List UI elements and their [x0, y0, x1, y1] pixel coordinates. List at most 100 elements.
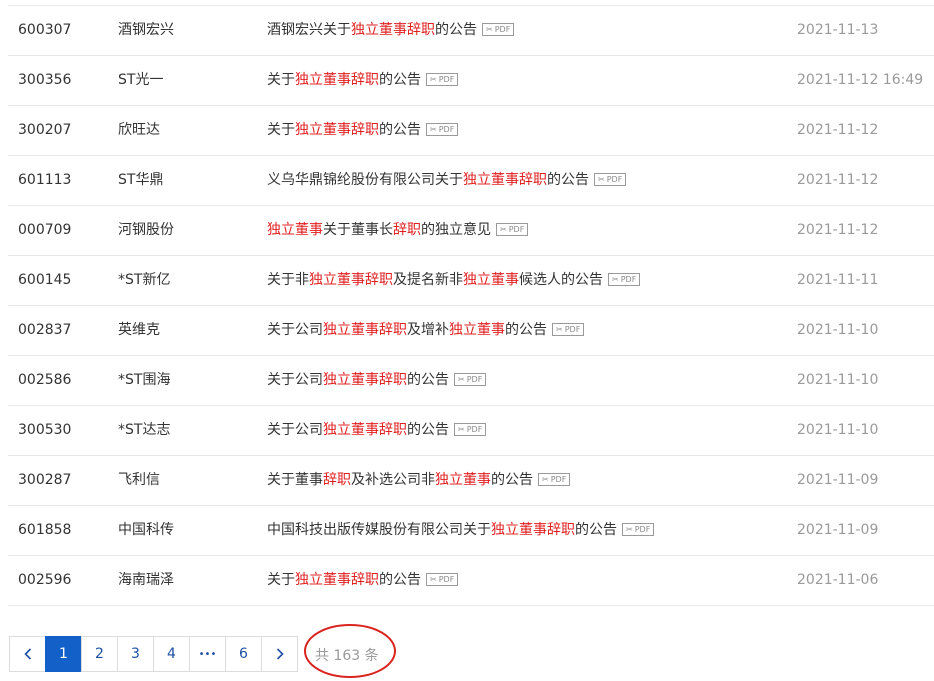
title-text: 的公告	[505, 322, 547, 338]
next-page-button[interactable]	[261, 636, 298, 672]
announcement-title-link[interactable]: 义乌华鼎锦纶股份有限公司关于独立董事辞职的公告 ✂ PDF	[267, 156, 627, 205]
title-text: 的公告	[407, 422, 449, 438]
title-text: 的独立意见	[421, 222, 491, 238]
pdf-icon: ✂	[500, 224, 507, 234]
stock-code[interactable]: 300207	[18, 106, 71, 155]
announcement-title-link[interactable]: 中国科技出版传媒股份有限公司关于独立董事辞职的公告 ✂ PDF	[267, 506, 655, 555]
pdf-badge[interactable]: ✂ PDF	[538, 472, 571, 486]
announcement-title-link[interactable]: 关于独立董事辞职的公告 ✂ PDF	[267, 556, 459, 605]
announcement-date: 2021-11-12 16:49	[797, 72, 924, 88]
stock-code[interactable]: 300287	[18, 456, 71, 505]
pdf-badge[interactable]: ✂ PDF	[594, 172, 627, 186]
stock-name[interactable]: *ST围海	[118, 356, 170, 405]
announcement-title-link[interactable]: 关于独立董事辞职的公告 ✂ PDF	[267, 56, 459, 105]
announcement-title-link[interactable]: 酒钢宏兴关于独立董事辞职的公告 ✂ PDF	[267, 6, 515, 55]
page-button-6[interactable]: 6	[225, 636, 262, 672]
announcement-date: 2021-11-06	[797, 572, 879, 588]
pdf-badge[interactable]: ✂ PDF	[454, 372, 487, 386]
announcement-title-link[interactable]: 独立董事关于董事长辞职的独立意见 ✂ PDF	[267, 206, 529, 255]
pdf-badge[interactable]: ✂ PDF	[552, 322, 585, 336]
table-row: 002837 英维克 关于公司独立董事辞职及增补独立董事的公告 ✂ PDF 2021-11…	[8, 306, 934, 356]
pdf-icon: ✂	[430, 74, 437, 84]
stock-code[interactable]: 000709	[18, 206, 71, 255]
table-row: 300530 *ST达志 关于公司独立董事辞职的公告 ✂ PDF 2021-11-10	[8, 406, 934, 456]
title-text: 义乌华鼎锦纶股份有限公司关于	[267, 172, 463, 188]
stock-name[interactable]: 飞利信	[118, 456, 160, 505]
pdf-label: PDF	[606, 174, 623, 184]
red-circle-annotation	[304, 624, 396, 678]
stock-name[interactable]: 英维克	[118, 306, 160, 355]
chevron-left-icon	[23, 648, 32, 660]
stock-code[interactable]: 002596	[18, 556, 71, 605]
page-button-1[interactable]: 1	[45, 636, 82, 672]
stock-code[interactable]: 002586	[18, 356, 71, 405]
keyword-highlight: 独立董事辞职	[323, 422, 407, 438]
stock-code[interactable]: 601858	[18, 506, 71, 555]
keyword-highlight: 独立董事辞职	[463, 172, 547, 188]
keyword-highlight: 独立董事辞职	[491, 522, 575, 538]
stock-name[interactable]: 中国科传	[118, 506, 174, 555]
stock-name[interactable]: 河钢股份	[118, 206, 174, 255]
stock-code[interactable]: 600145	[18, 256, 71, 305]
stock-name[interactable]: 海南瑞泽	[118, 556, 174, 605]
stock-code[interactable]: 002837	[18, 306, 71, 355]
page-button-3[interactable]: 3	[117, 636, 154, 672]
pdf-icon: ✂	[598, 174, 605, 184]
pdf-badge[interactable]: ✂ PDF	[482, 22, 515, 36]
stock-name[interactable]: 酒钢宏兴	[118, 6, 174, 55]
pdf-icon: ✂	[556, 324, 563, 334]
keyword-highlight: 独立董事辞职	[309, 272, 393, 288]
announcement-table: 600307 酒钢宏兴 酒钢宏兴关于独立董事辞职的公告 ✂ PDF 2021-11-13 3…	[8, 5, 934, 606]
announcement-date: 2021-11-10	[797, 322, 879, 338]
stock-code[interactable]: 300356	[18, 56, 71, 105]
announcement-title-link[interactable]: 关于公司独立董事辞职的公告 ✂ PDF	[267, 356, 487, 405]
announcement-title-link[interactable]: 关于公司独立董事辞职及增补独立董事的公告 ✂ PDF	[267, 306, 585, 355]
pdf-label: PDF	[466, 374, 483, 384]
pdf-badge[interactable]: ✂ PDF	[608, 272, 641, 286]
pdf-label: PDF	[634, 524, 651, 534]
pdf-label: PDF	[564, 324, 581, 334]
page-button-2[interactable]: 2	[81, 636, 118, 672]
table-row: 000709 河钢股份 独立董事关于董事长辞职的独立意见 ✂ PDF 2021-11-12	[8, 206, 934, 256]
pdf-label: PDF	[494, 24, 511, 34]
announcement-title-link[interactable]: 关于独立董事辞职的公告 ✂ PDF	[267, 106, 459, 155]
title-text: 的公告	[575, 522, 617, 538]
announcement-title-link[interactable]: 关于非独立董事辞职及提名新非独立董事候选人的公告 ✂ PDF	[267, 256, 641, 305]
pdf-badge[interactable]: ✂ PDF	[426, 122, 459, 136]
stock-name[interactable]: 欣旺达	[118, 106, 160, 155]
pdf-badge[interactable]: ✂ PDF	[622, 522, 655, 536]
pdf-label: PDF	[550, 474, 567, 484]
stock-name[interactable]: ST光一	[118, 56, 163, 105]
pdf-label: PDF	[466, 424, 483, 434]
title-text: 中国科技出版传媒股份有限公司关于	[267, 522, 491, 538]
pdf-icon: ✂	[612, 274, 619, 284]
keyword-highlight: 独立董事辞职	[295, 572, 379, 588]
page-button-4[interactable]: 4	[153, 636, 190, 672]
announcement-date: 2021-11-09	[797, 522, 879, 538]
stock-name[interactable]: *ST新亿	[118, 256, 170, 305]
pdf-badge[interactable]: ✂ PDF	[496, 222, 529, 236]
pdf-badge[interactable]: ✂ PDF	[426, 72, 459, 86]
announcement-title-link[interactable]: 关于董事辞职及补选公司非独立董事的公告 ✂ PDF	[267, 456, 571, 505]
announcement-date: 2021-11-09	[797, 472, 879, 488]
title-text: 的公告	[435, 22, 477, 38]
stock-code[interactable]: 601113	[18, 156, 71, 205]
prev-page-button[interactable]	[9, 636, 46, 672]
title-text: 关于公司	[267, 322, 323, 338]
title-text: 关于董事	[267, 472, 323, 488]
keyword-highlight: 独立董事	[435, 472, 491, 488]
stock-name[interactable]: *ST达志	[118, 406, 170, 455]
title-text: 关于非	[267, 272, 309, 288]
announcement-date: 2021-11-13	[797, 22, 879, 38]
announcement-title-link[interactable]: 关于公司独立董事辞职的公告 ✂ PDF	[267, 406, 487, 455]
stock-code[interactable]: 600307	[18, 6, 71, 55]
pdf-badge[interactable]: ✂ PDF	[426, 572, 459, 586]
pdf-badge[interactable]: ✂ PDF	[454, 422, 487, 436]
table-row: 300356 ST光一 关于独立董事辞职的公告 ✂ PDF 2021-11-12 16:4…	[8, 56, 934, 106]
stock-code[interactable]: 300530	[18, 406, 71, 455]
keyword-highlight: 独立董事辞职	[351, 22, 435, 38]
title-text: 的公告	[379, 572, 421, 588]
stock-name[interactable]: ST华鼎	[118, 156, 163, 205]
page-ellipsis-button[interactable]: •••	[189, 636, 226, 672]
pdf-icon: ✂	[430, 124, 437, 134]
